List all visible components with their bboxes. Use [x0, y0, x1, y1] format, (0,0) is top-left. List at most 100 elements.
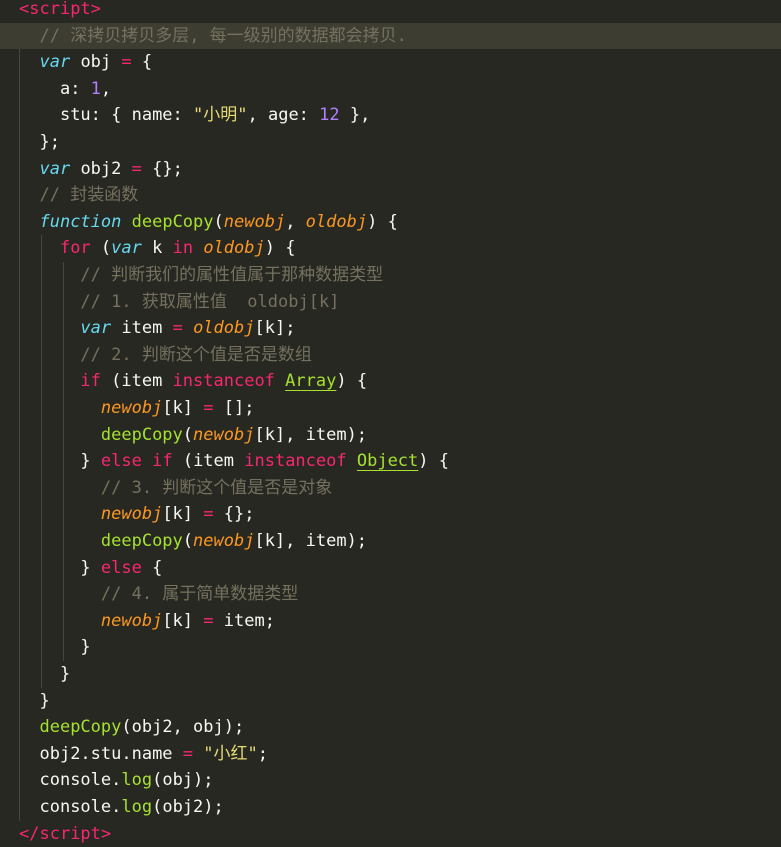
code-line[interactable]: deepCopy(newobj[k], item); [0, 528, 781, 555]
code-token: ( [213, 211, 224, 232]
code-token: newobj [100, 398, 163, 418]
code-token: } [59, 664, 71, 684]
code-token: (obj2); [152, 797, 224, 817]
code-editor[interactable]: <script> // 深拷贝拷贝多层, 每一级别的数据都会拷贝. var ob… [0, 0, 781, 844]
code-line[interactable]: if (item instanceof Array) { [0, 368, 781, 395]
code-line[interactable]: console.log(obj); [0, 767, 781, 794]
code-token: </ [19, 823, 40, 844]
code-line[interactable]: // 1. 获取属性值 oldobj[k] [0, 289, 781, 316]
code-token: (item [100, 371, 173, 392]
code-token: , age: [247, 105, 320, 126]
code-line[interactable]: </script> [0, 821, 781, 847]
code-token: (obj2, obj); [121, 717, 245, 738]
code-token: [k] [162, 504, 204, 525]
code-line[interactable]: // 4. 属于简单数据类型 [0, 581, 781, 608]
code-line[interactable]: } [0, 661, 781, 688]
code-token: newobj [223, 211, 286, 232]
code-token: k [141, 238, 173, 259]
code-token: = [172, 318, 183, 339]
code-token: deepCopy [131, 211, 214, 232]
code-token: item; [213, 610, 275, 631]
code-token: // 3. 判断这个值是否是对象 [100, 477, 333, 498]
code-line[interactable]: <script> [0, 0, 781, 23]
code-line[interactable]: } [0, 634, 781, 661]
code-line[interactable]: obj2.stu.name = "小红"; [0, 741, 781, 768]
code-token: (obj); [152, 770, 214, 791]
code-token: = [182, 743, 194, 764]
code-token: [k], item); [254, 531, 368, 551]
code-token: , [285, 211, 306, 232]
code-line[interactable]: deepCopy(obj2, obj); [0, 714, 781, 741]
code-token: var [39, 158, 71, 179]
code-token: { [141, 557, 163, 578]
code-token: Object [356, 451, 419, 472]
code-line[interactable]: var obj2 = {}; [0, 156, 781, 183]
code-token: > [100, 823, 112, 844]
code-line[interactable]: stu: { name: "小明", age: 12 }, [0, 102, 781, 129]
code-line[interactable]: newobj[k] = {}; [0, 501, 781, 528]
code-line[interactable]: // 3. 判断这个值是否是对象 [0, 475, 781, 502]
code-line[interactable]: a: 1, [0, 76, 781, 103]
code-token: {}; [213, 504, 255, 525]
code-line[interactable]: // 封装函数 [0, 182, 781, 209]
code-line[interactable]: deepCopy(newobj[k], item); [0, 422, 781, 449]
code-line[interactable]: for (var k in oldobj) { [0, 235, 781, 262]
code-token: ( [182, 424, 194, 445]
code-token: }, [339, 105, 371, 126]
code-token: console. [39, 797, 122, 817]
code-token: = [203, 610, 214, 631]
code-line[interactable]: // 判断我们的属性值属于那种数据类型 [0, 262, 781, 289]
code-token: [k]; [254, 318, 296, 339]
code-token: else [100, 557, 142, 578]
code-line[interactable]: function deepCopy(newobj, oldobj) { [0, 209, 781, 236]
code-line[interactable]: var item = oldobj[k]; [0, 315, 781, 342]
code-token: // 1. 获取属性值 oldobj[k] [80, 291, 340, 312]
code-token: }; [39, 132, 60, 152]
code-line[interactable]: } [0, 688, 781, 715]
code-line[interactable]: } else if (item instanceof Object) { [0, 448, 781, 475]
code-token: log [121, 770, 153, 791]
code-token: function [39, 211, 122, 232]
code-token: obj [70, 52, 122, 73]
code-token: a: [59, 78, 91, 99]
code-line[interactable]: // 深拷贝拷贝多层, 每一级别的数据都会拷贝. [0, 22, 781, 50]
code-line[interactable]: console.log(obj2); [0, 794, 781, 821]
code-token: newobj [193, 531, 255, 551]
code-token: deepCopy [100, 531, 183, 551]
code-token: {}; [141, 158, 183, 179]
code-line[interactable]: var obj = { [0, 49, 781, 76]
code-line[interactable]: newobj[k] = item; [0, 608, 781, 635]
code-line[interactable]: } else { [0, 555, 781, 582]
code-token: obj2.stu.name [39, 743, 183, 764]
code-token: // 深拷贝拷贝多层, 每一级别的数据都会拷贝. [39, 25, 407, 46]
code-line[interactable]: }; [0, 129, 781, 156]
code-token: "小红" [203, 743, 258, 764]
code-token: ) { [367, 211, 398, 232]
code-line[interactable]: newobj[k] = []; [0, 395, 781, 422]
code-line[interactable]: // 2. 判断这个值是否是数组 [0, 342, 781, 369]
code-token: } [80, 451, 101, 472]
code-token: []; [213, 398, 255, 418]
